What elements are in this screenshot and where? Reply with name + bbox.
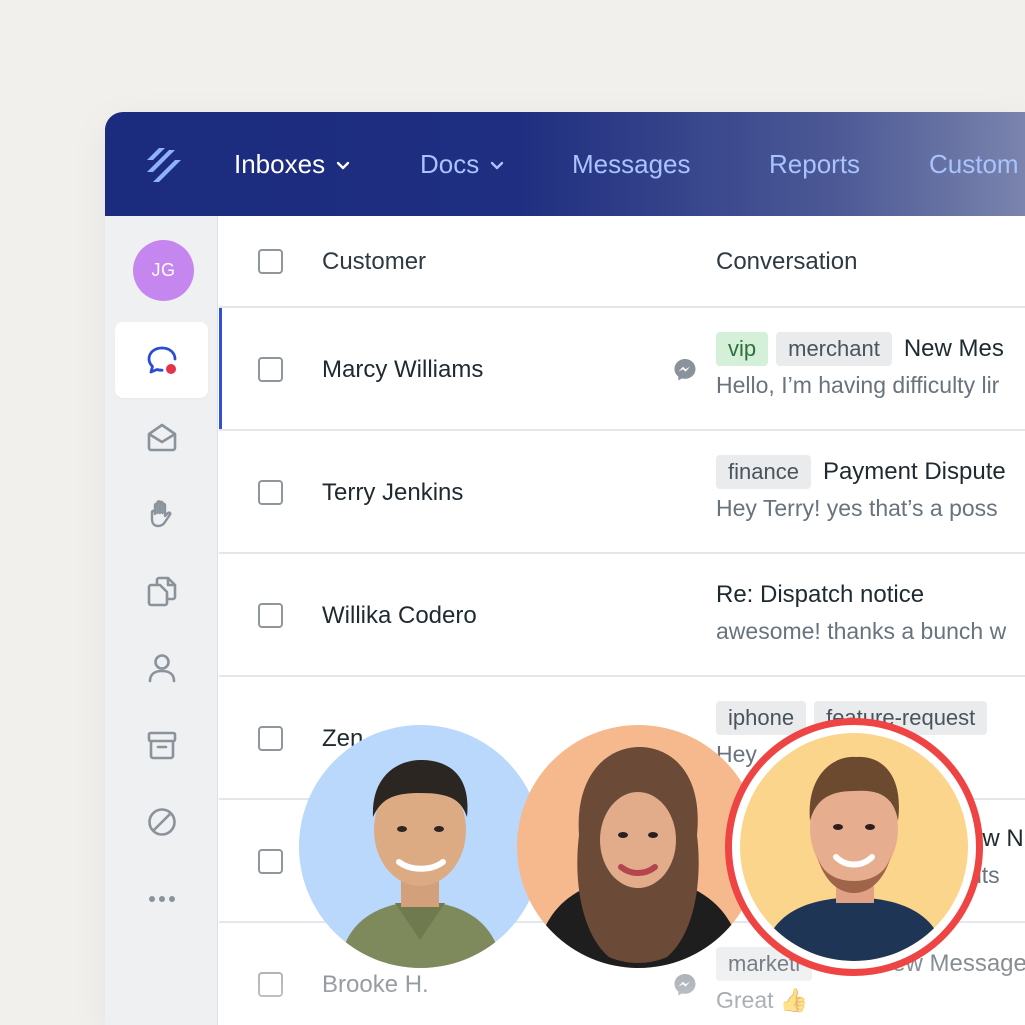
conversation-cell: finance Payment Dispute Hey Terry! yes t… [716, 455, 1025, 522]
row-checkbox[interactable] [258, 726, 283, 751]
nav-messages-label: Messages [572, 148, 691, 179]
agent-photo-3 [740, 733, 968, 961]
conversation-preview: Great 👍 [716, 987, 809, 1013]
table-row[interactable]: Terry Jenkins finance Payment Dispute He… [219, 431, 1025, 554]
conversation-cell: vip merchant New Mes Hello, I’m having d… [716, 332, 1025, 399]
envelope-open-icon [147, 423, 176, 452]
person-illustration [299, 725, 542, 968]
messenger-icon [674, 359, 696, 381]
user-icon [148, 654, 175, 683]
conversation-preview: Hey Terry! yes that’s a poss [716, 495, 998, 521]
documents-icon [147, 576, 176, 607]
sidebar-item-assigned[interactable] [115, 476, 208, 552]
row-checkbox[interactable] [258, 480, 283, 505]
nav-docs-label: Docs [420, 148, 480, 179]
nav-customers[interactable]: Custom [929, 112, 1019, 216]
nav-inboxes-label: Inboxes [234, 148, 326, 179]
row-checkbox[interactable] [258, 357, 283, 382]
sidebar-item-drafts[interactable] [115, 553, 208, 629]
more-icon [148, 896, 175, 902]
nav-reports[interactable]: Reports [769, 112, 860, 216]
user-initials: JG [151, 260, 176, 280]
chat-notification-icon [147, 346, 176, 374]
sidebar-item-more[interactable] [115, 861, 208, 937]
agent-photo-2 [517, 725, 760, 968]
conversation-subject: New Mes [903, 335, 1004, 362]
nav-reports-label: Reports [769, 148, 861, 179]
customer-name: Terry Jenkins [322, 478, 464, 506]
sidebar-item-customers[interactable] [115, 630, 208, 706]
chevron-down-icon [336, 161, 350, 170]
nav-inboxes[interactable]: Inboxes [234, 112, 351, 216]
row-checkbox[interactable] [258, 972, 283, 997]
person-illustration [517, 725, 760, 968]
person-illustration [740, 733, 968, 961]
hand-icon [150, 500, 171, 528]
sidebar-item-inbox[interactable] [115, 399, 208, 475]
archive-icon [147, 731, 176, 760]
conversation-subject: Re: Dispatch notice [716, 581, 925, 608]
sidebar: JG [105, 216, 218, 1025]
tag-finance[interactable]: finance [716, 455, 811, 489]
row-checkbox[interactable] [258, 849, 283, 874]
nav-customers-label: Custom [929, 148, 1019, 179]
customer-name: Willika Codero [322, 601, 477, 629]
row-checkbox[interactable] [258, 603, 283, 628]
column-header-conversation[interactable]: Conversation [716, 216, 857, 308]
select-all-checkbox[interactable] [258, 249, 283, 274]
sidebar-item-spam[interactable] [115, 784, 208, 860]
chevron-down-icon [491, 161, 504, 170]
table-row[interactable]: Willika Codero Re: Dispatch notice aweso… [219, 554, 1025, 677]
tag-merchant[interactable]: merchant [776, 332, 892, 366]
blocked-icon [147, 808, 176, 836]
table-row[interactable]: Marcy Williams vip merchant New Mes Hell… [219, 308, 1025, 431]
customer-name: Marcy Williams [322, 355, 484, 383]
sidebar-item-archive[interactable] [115, 707, 208, 783]
logo-icon[interactable] [143, 142, 187, 186]
tag-iphone[interactable]: iphone [716, 701, 807, 735]
nav-docs[interactable]: Docs [420, 112, 505, 216]
sidebar-item-conversations[interactable] [115, 322, 208, 398]
conversation-preview: Hello, I’m having difficulty lir [716, 372, 1000, 398]
messenger-icon [674, 974, 696, 996]
nav-messages[interactable]: Messages [572, 112, 691, 216]
top-navigation: Inboxes Docs Messages Reports Custom [105, 112, 1025, 216]
agent-photo-1 [299, 725, 542, 968]
table-header: Customer Conversation [219, 216, 1025, 308]
conversation-preview: awesome! thanks a bunch w [716, 618, 1007, 644]
conversation-cell: Re: Dispatch notice awesome! thanks a bu… [716, 578, 1025, 645]
column-header-customer[interactable]: Customer [322, 216, 426, 308]
tag-vip[interactable]: vip [716, 332, 769, 366]
user-avatar[interactable]: JG [133, 240, 194, 301]
conversation-subject: Payment Dispute [822, 458, 1006, 485]
